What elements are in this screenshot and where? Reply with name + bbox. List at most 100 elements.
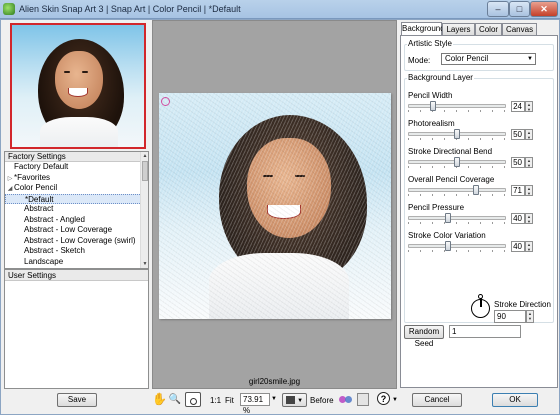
slider-value-input[interactable]: 40	[511, 241, 525, 252]
slider-track[interactable]	[408, 244, 506, 248]
stroke-direction-stepper[interactable]: ▲ ▼	[526, 310, 534, 323]
minimize-button[interactable]: –	[487, 1, 509, 17]
slider-thumb[interactable]	[454, 157, 460, 167]
ok-button[interactable]: OK	[492, 393, 538, 407]
slider-value-input[interactable]: 71	[511, 185, 525, 196]
fit-button[interactable]: Fit	[225, 396, 234, 405]
preset-item-label: *Default	[25, 194, 54, 204]
random-seed-input[interactable]: 1	[449, 325, 521, 338]
preview-canvas[interactable]	[159, 93, 391, 319]
tab-background[interactable]: Background	[401, 22, 445, 35]
compare-color-icon[interactable]	[345, 396, 352, 403]
slider-thumb[interactable]	[444, 241, 451, 251]
stroke-direction-input[interactable]: 90	[494, 310, 526, 323]
artistic-style-label: Artistic Style	[407, 39, 454, 48]
preview-marker-tool-icon[interactable]	[185, 392, 201, 407]
slider-value-input[interactable]: 40	[511, 213, 525, 224]
maximize-button[interactable]: □	[509, 1, 530, 17]
preset-item-label: Abstract - Low Coverage	[24, 225, 113, 234]
before-view-dropdown[interactable]: ▼	[282, 393, 307, 407]
factory-settings-header: Factory Settings	[5, 152, 148, 162]
tab-color[interactable]: Color	[475, 23, 502, 35]
scroll-up-icon[interactable]: ▲	[141, 152, 148, 160]
preset-item-label: Abstract - Angled	[24, 214, 85, 224]
preset-item[interactable]: Abstract - Low Coverage	[5, 225, 148, 236]
app-icon	[3, 3, 15, 15]
user-settings-panel: User Settings	[4, 269, 149, 389]
preset-list: Factory Default ▷ *Favorites ◢ Color Pencil *…	[5, 162, 148, 267]
slider-track[interactable]	[408, 104, 506, 108]
tab-layers[interactable]: Layers	[442, 23, 475, 35]
slider-stepper[interactable]: ▲ ▼	[525, 157, 533, 168]
slider-ticks	[408, 110, 506, 112]
preset-item[interactable]: Abstract	[5, 204, 148, 215]
slider-value-input[interactable]: 50	[511, 129, 525, 140]
slider-value-input[interactable]: 24	[511, 101, 525, 112]
scroll-down-icon[interactable]: ▼	[141, 260, 148, 268]
slider-value-input[interactable]: 50	[511, 157, 525, 168]
navigator-thumbnail[interactable]	[10, 23, 146, 149]
slider-stepper[interactable]: ▲ ▼	[525, 241, 533, 252]
preset-item[interactable]: Landscape	[5, 257, 148, 268]
main-window: Factory Settings Factory Default ▷ *Favori…	[0, 19, 560, 415]
tab-canvas[interactable]: Canvas	[502, 23, 537, 35]
slider-ticks	[408, 250, 506, 252]
slider-label: Stroke Color Variation	[408, 231, 486, 240]
preset-item-label: *Favorites	[14, 172, 51, 182]
preset-item-label: Abstract	[24, 204, 54, 213]
hand-tool-icon[interactable]: ✋	[152, 391, 167, 408]
chevron-down-icon[interactable]: ▼	[525, 54, 535, 64]
scroll-thumb[interactable]	[142, 161, 148, 181]
layout-toggle-icon[interactable]	[357, 393, 369, 406]
slider-stepper[interactable]: ▲ ▼	[525, 101, 533, 112]
mode-dropdown[interactable]: Color Pencil ▼	[441, 53, 536, 65]
mode-value: Color Pencil	[445, 54, 489, 63]
dial-handle[interactable]	[478, 294, 483, 299]
help-icon[interactable]: ?	[377, 392, 390, 405]
slider-label: Overall Pencil Coverage	[408, 175, 495, 184]
preset-item[interactable]: Factory Default	[5, 162, 148, 173]
save-button[interactable]: Save	[57, 393, 97, 407]
zoom-1to1-button[interactable]: 1:1	[210, 396, 221, 405]
slider-thumb[interactable]	[454, 129, 460, 139]
marker-glyph	[189, 398, 197, 405]
stroke-direction-dial[interactable]	[471, 294, 490, 318]
window-title: Alien Skin Snap Art 3 | Snap Art | Color…	[19, 4, 241, 14]
zoom-level-field[interactable]: 73.91 %	[240, 393, 270, 415]
slider-stepper[interactable]: ▲ ▼	[525, 129, 533, 140]
preset-scrollbar[interactable]: ▲ ▼	[140, 152, 148, 268]
background-layer-group	[404, 78, 554, 323]
cancel-button[interactable]: Cancel	[412, 393, 462, 407]
slider-track[interactable]	[408, 216, 506, 220]
background-settings-panel: Artistic Style Mode: Color Pencil ▼ Back…	[400, 35, 558, 388]
mode-label: Mode:	[408, 56, 431, 65]
help-dropdown-icon[interactable]: ▼	[392, 397, 398, 403]
slider-thumb[interactable]	[444, 213, 451, 223]
chevron-down-icon[interactable]: ▼	[297, 398, 303, 404]
pencil-texture	[159, 93, 391, 319]
preset-item[interactable]: Abstract - Sketch	[5, 246, 148, 257]
slider-stepper[interactable]: ▲ ▼	[525, 185, 533, 196]
preview-marker-icon[interactable]	[161, 97, 170, 106]
random-seed-button[interactable]: Random Seed	[404, 325, 444, 348]
preset-item[interactable]: ▷ *Favorites	[5, 173, 148, 184]
preset-item-label: Landscape	[24, 256, 64, 266]
preset-item-label: Factory Default	[14, 162, 69, 171]
slider-thumb[interactable]	[473, 185, 480, 195]
preset-item[interactable]: Abstract - Angled	[5, 215, 148, 226]
zoom-dropdown-icon[interactable]: ▼	[271, 396, 277, 402]
user-settings-header: User Settings	[5, 270, 148, 281]
slider-label: Stroke Directional Bend	[408, 147, 493, 156]
preset-item[interactable]: *Default	[5, 193, 148, 204]
slider-track[interactable]	[408, 188, 506, 192]
preview-area[interactable]: girl20smile.jpg	[152, 20, 397, 389]
slider-thumb[interactable]	[430, 101, 437, 111]
eye-shape	[64, 71, 70, 73]
close-button[interactable]: ✕	[530, 1, 558, 17]
preset-item[interactable]: ◢ Color Pencil	[5, 183, 148, 194]
split-view-icon	[285, 395, 295, 404]
preset-item[interactable]: Abstract - Low Coverage (swirl)	[5, 236, 148, 247]
face-shape	[55, 51, 103, 109]
zoom-tool-icon[interactable]: 🔍	[168, 391, 182, 408]
slider-stepper[interactable]: ▲ ▼	[525, 213, 533, 224]
